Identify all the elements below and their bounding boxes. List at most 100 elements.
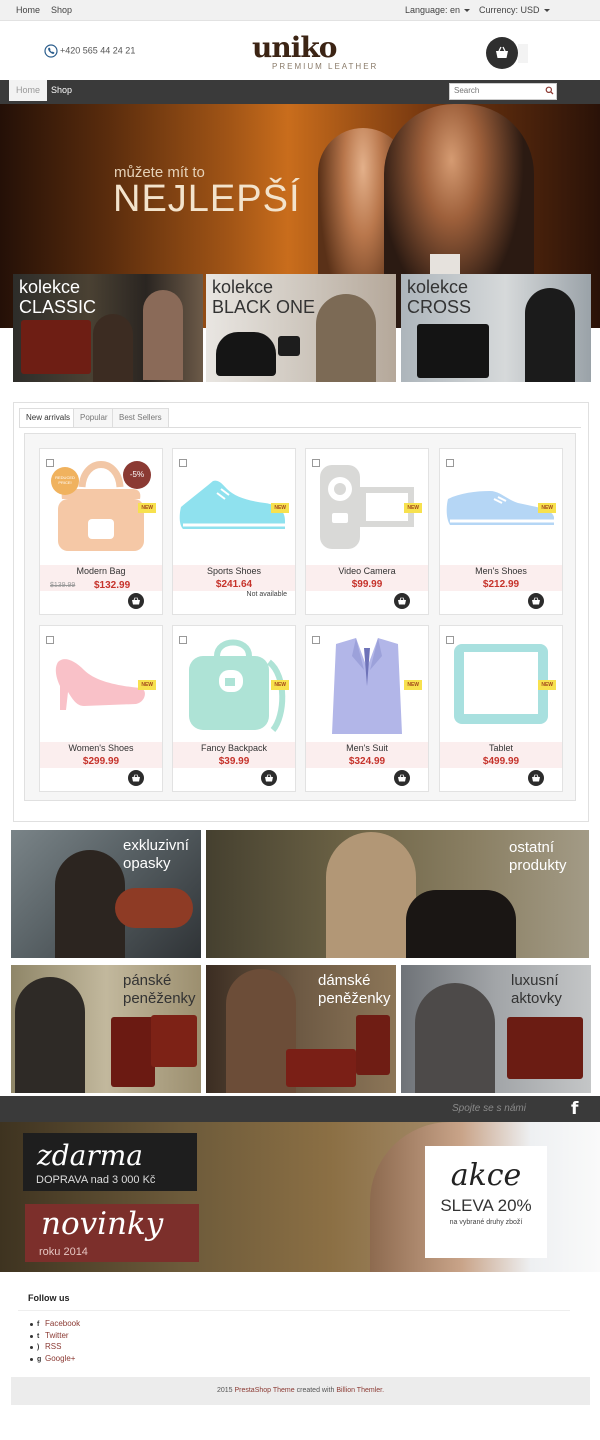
compare-checkbox[interactable]: [179, 636, 187, 644]
nav-item-shop[interactable]: Shop: [44, 80, 79, 101]
social-link-facebook[interactable]: f Facebook: [29, 1319, 81, 1331]
promo-other-products[interactable]: ostatní produkty: [206, 830, 589, 958]
language-label: Language: en: [405, 5, 461, 15]
add-to-cart-button[interactable]: [528, 770, 544, 786]
product-name[interactable]: Men's Suit: [306, 743, 428, 753]
compare-checkbox[interactable]: [46, 636, 54, 644]
social-link-rss[interactable]: ) RSS: [29, 1342, 80, 1354]
promo-mens-wallets[interactable]: pánské peněženky: [11, 965, 201, 1093]
collection-name: CLASSIC: [19, 297, 97, 317]
basket-icon: [398, 597, 406, 605]
product-card[interactable]: NEW Sports Shoes $241.64 Not available: [172, 448, 296, 615]
product-card[interactable]: NEW Video Camera $99.99: [305, 448, 429, 615]
compare-checkbox[interactable]: [446, 459, 454, 467]
compare-checkbox[interactable]: [446, 636, 454, 644]
sale-title: akce: [450, 1158, 522, 1193]
social-label: Facebook: [45, 1319, 81, 1328]
cart-button[interactable]: [486, 37, 518, 69]
social-strip: Spojte se s námi f: [0, 1096, 600, 1122]
basket-icon: [132, 597, 140, 605]
collection-classic[interactable]: kolekce CLASSIC: [13, 274, 203, 382]
compare-checkbox[interactable]: [312, 636, 320, 644]
add-to-cart-button[interactable]: [394, 593, 410, 609]
add-to-cart-button[interactable]: [261, 770, 277, 786]
facebook-icon: f: [37, 1321, 40, 1328]
collection-label: kolekce: [19, 277, 81, 297]
product-card[interactable]: NEW Tablet $499.99: [439, 625, 563, 792]
promo-other-model: [406, 890, 516, 958]
social-label: Twitter: [45, 1330, 69, 1340]
promo-womens-wallets[interactable]: dámské peněženky: [206, 965, 396, 1093]
promo-other-model: [326, 832, 416, 958]
new-badge: NEW: [538, 503, 556, 513]
product-name[interactable]: Men's Shoes: [440, 566, 562, 576]
promo-title: produkty: [509, 857, 567, 874]
collection-black-one[interactable]: kolekce BLACK ONE: [206, 274, 396, 382]
news-title: novinky: [41, 1206, 164, 1242]
promo-womens-product: [356, 1015, 390, 1075]
phone-contact: +420 565 44 24 21: [44, 44, 135, 58]
cart-summary[interactable]: [518, 44, 528, 63]
top-link-shop[interactable]: Shop: [51, 5, 72, 15]
search-input[interactable]: [450, 84, 548, 97]
language-selector[interactable]: Language: en: [405, 5, 471, 15]
phone-number: +420 565 44 24 21: [60, 45, 136, 56]
add-to-cart-button[interactable]: [394, 770, 410, 786]
follow-divider: [18, 1310, 570, 1311]
footer-author-link[interactable]: Billion Themler.: [336, 1387, 384, 1394]
footer-theme-link[interactable]: PrestaShop Theme: [234, 1387, 294, 1394]
logo-wordmark: uniko: [252, 31, 337, 64]
product-card[interactable]: NEW Women's Shoes $299.99: [39, 625, 163, 792]
tab-best-sellers[interactable]: Best Sellers: [112, 408, 169, 427]
currency-label: Currency: USD: [479, 5, 540, 15]
add-to-cart-button[interactable]: [128, 770, 144, 786]
sale-box[interactable]: akce SLEVA 20% na vybrané druhy zboží: [425, 1146, 547, 1258]
logo[interactable]: uniko PREMIUM LEATHER: [252, 31, 378, 72]
compare-checkbox[interactable]: [46, 459, 54, 467]
add-to-cart-button[interactable]: [128, 593, 144, 609]
tab-divider: [19, 427, 581, 428]
social-link-twitter[interactable]: t Twitter: [29, 1330, 80, 1343]
collection-classic-model: [143, 290, 183, 380]
product-name[interactable]: Women's Shoes: [40, 743, 162, 753]
facebook-icon[interactable]: f: [571, 1099, 578, 1119]
tab-popular[interactable]: Popular: [73, 408, 115, 427]
reduced-price-badge: REDUCED PRICE!: [51, 467, 79, 495]
collection-classic-model: [93, 314, 133, 382]
sale-note: na vybrané druhy zboží: [449, 1219, 523, 1226]
social-link-google-plus[interactable]: g Google+: [29, 1353, 80, 1366]
collection-name: CROSS: [407, 297, 472, 317]
product-card[interactable]: NEW Men's Suit $324.99: [305, 625, 429, 792]
collection-classic-product: [21, 320, 91, 374]
compare-checkbox[interactable]: [179, 459, 187, 467]
product-name[interactable]: Video Camera: [306, 566, 428, 576]
social-label: Google+: [45, 1353, 76, 1363]
product-price: $39.99: [218, 756, 250, 767]
chevron-down-icon: [464, 9, 471, 13]
promo-title: opasky: [123, 855, 171, 872]
collection-cross[interactable]: kolekce CROSS: [401, 274, 591, 382]
news-box[interactable]: novinky roku 2014: [25, 1204, 199, 1262]
product-name[interactable]: Tablet: [440, 743, 562, 753]
free-shipping-box[interactable]: zdarma DOPRAVA nad 3 000 Kč: [23, 1133, 197, 1191]
new-badge: NEW: [538, 680, 556, 690]
top-bar: Home Shop Language: en Currency: USD: [0, 0, 600, 21]
product-name[interactable]: Fancy Backpack: [173, 743, 295, 753]
product-card[interactable]: REDUCED PRICE! -5% NEW Modern Bag $139.9…: [39, 448, 163, 615]
old-price: $139.99: [50, 582, 76, 589]
product-name[interactable]: Modern Bag: [40, 566, 162, 576]
add-to-cart-button[interactable]: [528, 593, 544, 609]
availability-status: Not available: [246, 591, 287, 598]
product-name[interactable]: Sports Shoes: [173, 566, 295, 576]
top-link-home[interactable]: Home: [16, 5, 40, 15]
currency-selector[interactable]: Currency: USD: [479, 5, 550, 15]
promo-womens-product: [286, 1049, 356, 1087]
tab-new-arrivals[interactable]: New arrivals: [19, 408, 78, 427]
product-card[interactable]: NEW Men's Shoes $212.99: [439, 448, 563, 615]
search-icon[interactable]: [545, 86, 554, 95]
product-card[interactable]: NEW Fancy Backpack $39.99: [172, 625, 296, 792]
promo-belts[interactable]: exkluzivní opasky: [11, 830, 201, 958]
nav-item-home[interactable]: Home: [9, 80, 48, 101]
compare-checkbox[interactable]: [312, 459, 320, 467]
promo-briefcases[interactable]: luxusní aktovky: [401, 965, 591, 1093]
